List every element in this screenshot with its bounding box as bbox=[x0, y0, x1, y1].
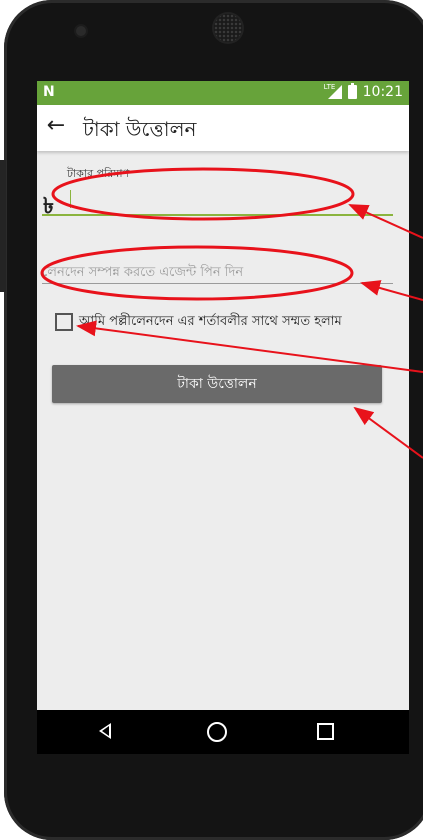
pin-input-underline bbox=[42, 283, 393, 284]
taka-currency-icon: ৳ bbox=[43, 194, 54, 219]
page-title: টাকা উত্তোলন bbox=[83, 117, 197, 141]
nav-recents-icon[interactable] bbox=[317, 723, 334, 740]
status-time: 10:21 bbox=[362, 84, 403, 100]
phone-side-button bbox=[0, 160, 6, 292]
status-bar: N LTE 10:21 bbox=[37, 81, 409, 105]
network-label: LTE bbox=[323, 83, 336, 91]
amount-input-underline bbox=[42, 214, 393, 216]
front-camera bbox=[76, 26, 86, 36]
app-screen: N LTE 10:21 ← টাকা উত্তোলন টাকার পরিমাণ … bbox=[37, 81, 409, 754]
notification-icon: N bbox=[43, 84, 55, 100]
earpiece-speaker bbox=[214, 14, 242, 42]
signal-icon: LTE bbox=[323, 83, 342, 99]
amount-label: টাকার পরিমাণ bbox=[67, 167, 130, 180]
text-cursor bbox=[70, 190, 71, 208]
app-bar: ← টাকা উত্তোলন bbox=[37, 105, 409, 151]
status-right: LTE 10:21 bbox=[323, 83, 403, 100]
system-nav-bar bbox=[37, 710, 409, 754]
back-arrow-icon[interactable]: ← bbox=[43, 113, 69, 139]
withdraw-button[interactable]: টাকা উত্তোলন bbox=[52, 365, 382, 403]
phone-top-bezel bbox=[4, 0, 423, 70]
nav-back-icon[interactable] bbox=[99, 723, 111, 739]
battery-icon bbox=[347, 83, 357, 99]
terms-checkbox[interactable] bbox=[55, 313, 73, 331]
nav-home-icon[interactable] bbox=[207, 722, 227, 742]
amount-input[interactable] bbox=[67, 185, 397, 215]
terms-label[interactable]: আমি পল্লীলেনদেন এর শর্তাবলীর সাথে সম্মত … bbox=[79, 312, 342, 333]
agent-pin-input[interactable] bbox=[40, 258, 394, 286]
